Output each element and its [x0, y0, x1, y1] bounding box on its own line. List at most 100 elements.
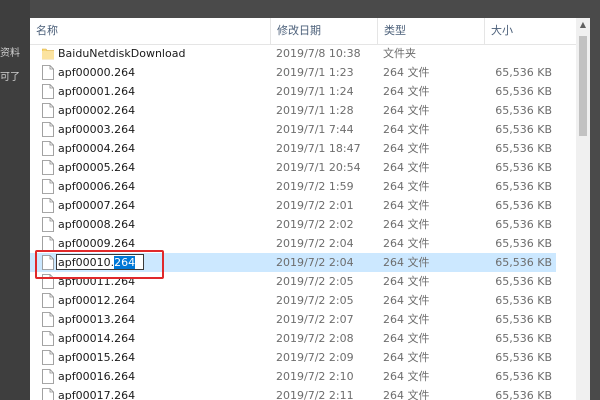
background-text: 可了	[0, 72, 20, 83]
modified-date: 2019/7/2 2:11	[276, 389, 354, 400]
file-row[interactable]: apf00014.264 2019/7/2 2:08 264 文件 65,536 KB	[30, 329, 556, 348]
file-size: 65,536 KB	[495, 161, 552, 174]
file-row[interactable]: apf00004.264 2019/7/1 18:47 264 文件 65,536 K…	[30, 139, 556, 158]
file-type: 264 文件	[383, 389, 430, 400]
file-name: apf00004.264	[58, 142, 136, 155]
file-icon	[42, 312, 54, 327]
file-row[interactable]: apf00002.264 2019/7/1 1:28 264 文件 65,536 KB	[30, 101, 556, 120]
file-name: apf00003.264	[58, 123, 136, 136]
file-name: apf00005.264	[58, 161, 136, 174]
file-row[interactable]: apf00017.264 2019/7/2 2:11 264 文件 65,536 KB	[30, 386, 556, 400]
modified-date: 2019/7/1 18:47	[276, 142, 361, 155]
file-name: apf00001.264	[58, 85, 136, 98]
file-size: 65,536 KB	[495, 332, 552, 345]
file-size: 65,536 KB	[495, 180, 552, 193]
modified-date: 2019/7/2 2:04	[276, 256, 354, 269]
file-row[interactable]: apf00016.264 2019/7/2 2:10 264 文件 65,536 KB	[30, 367, 556, 386]
modified-date: 2019/7/2 2:05	[276, 294, 354, 307]
scroll-thumb[interactable]	[579, 36, 587, 136]
file-type: 264 文件	[383, 180, 430, 193]
file-name: apf00012.264	[58, 294, 136, 307]
modified-date: 2019/7/2 2:01	[276, 199, 354, 212]
file-type: 264 文件	[383, 256, 430, 269]
file-name: apf00006.264	[58, 180, 136, 193]
file-icon	[42, 65, 54, 80]
file-type: 264 文件	[383, 294, 430, 307]
file-icon	[42, 103, 54, 118]
modified-date: 2019/7/2 2:09	[276, 351, 354, 364]
modified-date: 2019/7/2 2:02	[276, 218, 354, 231]
file-size: 65,536 KB	[495, 389, 552, 400]
file-icon	[42, 369, 54, 384]
file-type: 264 文件	[383, 199, 430, 212]
folder-icon	[42, 48, 54, 60]
file-type: 264 文件	[383, 332, 430, 345]
file-size	[490, 44, 552, 63]
file-size: 65,536 KB	[495, 256, 552, 269]
file-size: 65,536 KB	[495, 218, 552, 231]
file-icon	[42, 84, 54, 99]
modified-date: 2019/7/2 2:10	[276, 370, 354, 383]
modified-date: 2019/7/2 1:59	[276, 180, 354, 193]
column-header-name[interactable]: 名称	[30, 18, 270, 44]
file-size: 65,536 KB	[495, 85, 552, 98]
file-size: 65,536 KB	[495, 142, 552, 155]
file-size: 65,536 KB	[495, 370, 552, 383]
modified-date: 2019/7/2 2:08	[276, 332, 354, 345]
file-type: 264 文件	[383, 85, 430, 98]
file-size: 65,536 KB	[495, 237, 552, 250]
file-name: apf00002.264	[58, 104, 136, 117]
file-icon	[42, 179, 54, 194]
file-type: 264 文件	[383, 104, 430, 117]
file-name: apf00015.264	[58, 351, 136, 364]
sort-indicator-icon: ^	[428, 18, 436, 23]
file-icon	[42, 141, 54, 156]
file-row[interactable]: apf00000.264 2019/7/1 1:23 264 文件 65,536 KB	[30, 63, 556, 82]
file-type: 264 文件	[383, 142, 430, 155]
modified-date: 2019/7/2 2:05	[276, 275, 354, 288]
file-icon	[42, 293, 54, 308]
file-type: 264 文件	[383, 351, 430, 364]
file-type: 文件夹	[383, 47, 416, 60]
file-type: 264 文件	[383, 161, 430, 174]
file-name: apf00007.264	[58, 199, 136, 212]
file-icon	[42, 388, 54, 400]
modified-date: 2019/7/1 1:28	[276, 104, 354, 117]
file-icon	[42, 122, 54, 137]
file-row[interactable]: apf00003.264 2019/7/1 7:44 264 文件 65,536 KB	[30, 120, 556, 139]
file-row[interactable]: apf00012.264 2019/7/2 2:05 264 文件 65,536 KB	[30, 291, 556, 310]
file-row[interactable]: apf00005.264 2019/7/1 20:54 264 文件 65,536 K…	[30, 158, 556, 177]
file-type: 264 文件	[383, 123, 430, 136]
file-name: apf00008.264	[58, 218, 136, 231]
file-name: apf00013.264	[58, 313, 136, 326]
file-size: 65,536 KB	[495, 104, 552, 117]
column-header-date[interactable]: 修改日期	[270, 18, 377, 44]
file-size: 65,536 KB	[495, 66, 552, 79]
column-header-bar: 名称 修改日期 类型 大小 ^	[30, 18, 576, 45]
file-row[interactable]: apf00013.264 2019/7/2 2:07 264 文件 65,536 KB	[30, 310, 556, 329]
file-type: 264 文件	[383, 218, 430, 231]
file-size: 65,536 KB	[495, 123, 552, 136]
file-row[interactable]: apf00008.264 2019/7/2 2:02 264 文件 65,536 KB	[30, 215, 556, 234]
file-size: 65,536 KB	[495, 275, 552, 288]
file-icon	[42, 331, 54, 346]
file-name: BaiduNetdiskDownload	[58, 47, 186, 60]
file-row[interactable]: apf00006.264 2019/7/2 1:59 264 文件 65,536 KB	[30, 177, 556, 196]
file-size: 65,536 KB	[495, 313, 552, 326]
modified-date: 2019/7/1 1:24	[276, 85, 354, 98]
file-row[interactable]: apf00007.264 2019/7/2 2:01 264 文件 65,536 KB	[30, 196, 556, 215]
file-row[interactable]: apf00015.264 2019/7/2 2:09 264 文件 65,536 KB	[30, 348, 556, 367]
background-window: 资料 可了	[0, 0, 30, 400]
file-icon	[42, 236, 54, 251]
scroll-up-arrow-icon[interactable]: ▲	[576, 20, 590, 29]
folder-row[interactable]: BaiduNetdiskDownload 2019/7/8 10:38 文件夹	[30, 44, 556, 63]
column-header-size[interactable]: 大小	[484, 18, 576, 44]
file-size: 65,536 KB	[495, 351, 552, 364]
annotation-highlight-box	[35, 250, 164, 279]
file-icon	[42, 198, 54, 213]
modified-date: 2019/7/8 10:38	[276, 47, 361, 60]
file-type: 264 文件	[383, 370, 430, 383]
vertical-scrollbar[interactable]: ▲	[576, 18, 590, 400]
file-row[interactable]: apf00001.264 2019/7/1 1:24 264 文件 65,536 KB	[30, 82, 556, 101]
file-name: apf00016.264	[58, 370, 136, 383]
